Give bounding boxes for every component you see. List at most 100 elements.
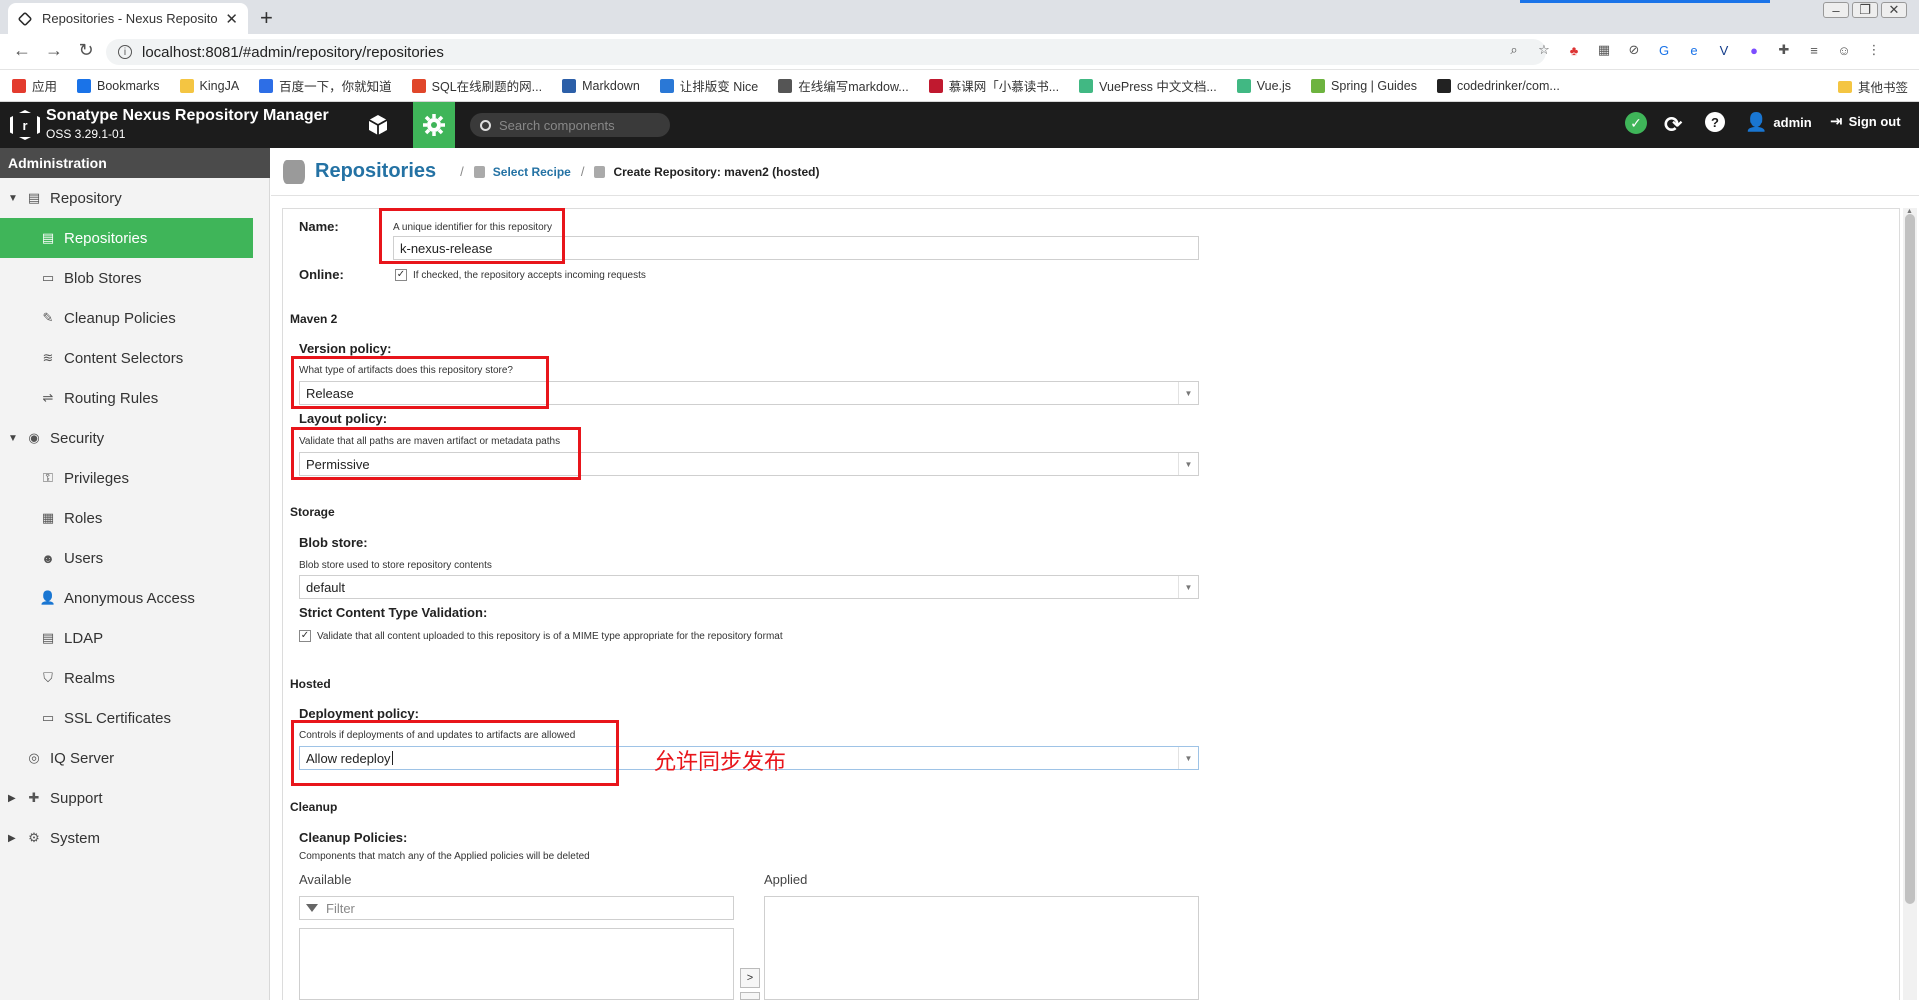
sidebar-item-repository[interactable]: ▼ ▤ Repository [0, 178, 270, 218]
blob-store-select[interactable]: default ▼ [299, 575, 1199, 599]
sidebar-item-realms[interactable]: ⛉ Realms [0, 658, 270, 698]
user-menu[interactable]: 👤 admin [1745, 112, 1812, 133]
profile-avatar-icon[interactable]: ☺ [1835, 41, 1853, 59]
bookmark-label: 慕课网「小慕读书... [948, 80, 1060, 94]
restore-icon[interactable]: ❐ [1852, 2, 1878, 18]
strict-validation-row[interactable]: ✓ Validate that all content uploaded to … [299, 630, 783, 642]
sidebar-item-roles[interactable]: ▦ Roles [0, 498, 270, 538]
help-icon[interactable]: ? [1705, 112, 1725, 132]
strict-validation-help: Validate that all content uploaded to th… [317, 630, 783, 642]
bookmark-item[interactable]: VuePress 中文文档... [1079, 76, 1217, 95]
sidebar-item-blob-stores[interactable]: ▭ Blob Stores [0, 258, 270, 298]
back-icon[interactable]: ← [10, 40, 34, 61]
system-status-icon[interactable]: ✓ [1625, 112, 1647, 134]
sidebar-item-ssl-certificates[interactable]: ▭ SSL Certificates [0, 698, 270, 738]
sidebar-item-privileges[interactable]: ⚿ Privileges [0, 458, 270, 498]
bookmark-item[interactable]: 在线编写markdow... [778, 76, 909, 95]
move-right-button[interactable]: > [740, 968, 760, 988]
triangle-down-icon[interactable]: ▼ [8, 433, 22, 444]
bookmark-item[interactable]: 让排版变 Nice [659, 76, 758, 95]
applied-policies-list[interactable] [764, 896, 1199, 1000]
extension-icon-3[interactable]: ⊘ [1625, 41, 1643, 59]
sidebar-item-system[interactable]: ▶ ⚙ System [0, 818, 270, 858]
strict-validation-checkbox[interactable]: ✓ [299, 630, 311, 642]
sidebar-item-anonymous-access[interactable]: 👤 Anonymous Access [0, 578, 270, 618]
sidebar-item-support[interactable]: ▶ ✚ Support [0, 778, 270, 818]
sidebar-item-routing-rules[interactable]: ⇌ Routing Rules [0, 378, 270, 418]
name-input[interactable]: k-nexus-release [393, 236, 1199, 260]
new-tab-icon[interactable]: + [260, 5, 273, 31]
tab-close-icon[interactable]: ✕ [225, 10, 238, 28]
sidebar-item-iq-server[interactable]: ◎ IQ Server [0, 738, 270, 778]
triangle-right-icon[interactable]: ▶ [8, 833, 22, 844]
forward-icon[interactable]: → [42, 40, 66, 61]
bookmark-item[interactable]: 百度一下，你就知道 [259, 76, 392, 95]
sidebar-item-cleanup-policies[interactable]: ✎ Cleanup Policies [0, 298, 270, 338]
bookmark-item[interactable]: Markdown [562, 78, 640, 93]
breadcrumb-select-recipe[interactable]: Select Recipe [473, 165, 571, 179]
close-window-icon[interactable]: ✕ [1881, 2, 1907, 18]
browse-cube-icon[interactable] [363, 110, 393, 140]
extension-icon-4[interactable]: G [1655, 41, 1673, 59]
available-label: Available [299, 872, 352, 887]
reading-list-icon[interactable]: ≡ [1805, 41, 1823, 59]
sidebar-item-label: Privileges [64, 469, 130, 487]
bookmark-item[interactable]: Spring | Guides [1311, 78, 1417, 93]
breadcrumb-repositories[interactable]: Repositories [315, 160, 436, 183]
star-bookmark-icon[interactable]: ☆ [1535, 41, 1553, 59]
extension-icon-7[interactable]: ● [1745, 41, 1763, 59]
chevron-down-icon[interactable]: ▼ [1178, 747, 1198, 769]
chevron-down-icon[interactable]: ▼ [1178, 382, 1198, 404]
apps-grid-icon [12, 78, 26, 93]
sidebar-item-ldap[interactable]: ▤ LDAP [0, 618, 270, 658]
sidebar-item-label: SSL Certificates [64, 709, 171, 727]
sidebar-item-repositories[interactable]: ▤ Repositories [0, 218, 253, 258]
bookmark-favicon-icon [1311, 78, 1326, 93]
bookmark-favicon-icon [259, 78, 274, 93]
sign-out-button[interactable]: ⇥ Sign out [1830, 112, 1901, 130]
extension-icon-6[interactable]: V [1715, 41, 1733, 59]
cleanup-filter-input[interactable]: Filter [299, 896, 734, 920]
bookmark-item[interactable]: SQL在线刷题的网... [411, 76, 542, 95]
chevron-down-icon[interactable]: ▼ [1178, 453, 1198, 475]
puzzle-extensions-icon[interactable]: ✚ [1775, 41, 1793, 59]
repository-icon: ▤ [27, 190, 41, 205]
triangle-right-icon[interactable]: ▶ [8, 793, 22, 804]
extension-icon-5[interactable]: e [1685, 41, 1703, 59]
layout-policy-select[interactable]: Permissive ▼ [299, 452, 1199, 476]
page-scrollbar[interactable]: ▲ [1903, 208, 1917, 1000]
version-policy-select[interactable]: Release ▼ [299, 381, 1199, 405]
reload-icon[interactable]: ↻ [74, 40, 98, 61]
bookmark-item[interactable]: Vue.js [1236, 78, 1291, 93]
minimize-icon[interactable]: – [1823, 2, 1849, 18]
site-info-icon[interactable]: i [118, 45, 132, 59]
bookmark-item[interactable]: 慕课网「小慕读书... [928, 76, 1060, 95]
extension-icon-2[interactable]: ▦ [1595, 41, 1613, 59]
chevron-down-icon[interactable]: ▼ [1178, 576, 1198, 598]
browser-tab[interactable]: Repositories - Nexus Reposito ✕ [8, 3, 248, 34]
extension-icon-1[interactable]: ♣ [1565, 41, 1583, 59]
address-bar[interactable]: i localhost:8081/#admin/repository/repos… [106, 39, 1546, 65]
repositories-icon: ▤ [41, 230, 55, 245]
browser-menu-icon[interactable]: ⋮ [1865, 41, 1883, 59]
storage-section-title: Storage [290, 505, 335, 519]
sidebar-item-label: System [50, 829, 101, 847]
refresh-icon[interactable]: ⟳ [1664, 112, 1682, 138]
other-bookmarks[interactable]: 其他书签 [1838, 77, 1908, 96]
triangle-down-icon[interactable]: ▼ [8, 193, 22, 204]
bookmark-favicon-icon [778, 78, 793, 93]
online-checkbox-row[interactable]: ✓ If checked, the repository accepts inc… [395, 269, 646, 281]
move-left-button[interactable] [740, 992, 760, 1000]
zoom-icon[interactable]: ⌕ [1505, 41, 1523, 59]
admin-gear-icon[interactable] [413, 102, 455, 148]
bookmark-item[interactable]: KingJA [179, 78, 239, 93]
bookmark-item[interactable]: Bookmarks [77, 78, 160, 93]
online-checkbox[interactable]: ✓ [395, 269, 407, 281]
sidebar-item-users[interactable]: ☻ Users [0, 538, 270, 578]
sidebar-item-security[interactable]: ▼ ◉ Security [0, 418, 270, 458]
bookmark-item[interactable]: 应用 [12, 76, 57, 95]
available-policies-list[interactable] [299, 928, 734, 1000]
search-components-input[interactable]: Search components [470, 113, 670, 137]
bookmark-item[interactable]: codedrinker/com... [1436, 78, 1560, 93]
sidebar-item-content-selectors[interactable]: ≋ Content Selectors [0, 338, 270, 378]
